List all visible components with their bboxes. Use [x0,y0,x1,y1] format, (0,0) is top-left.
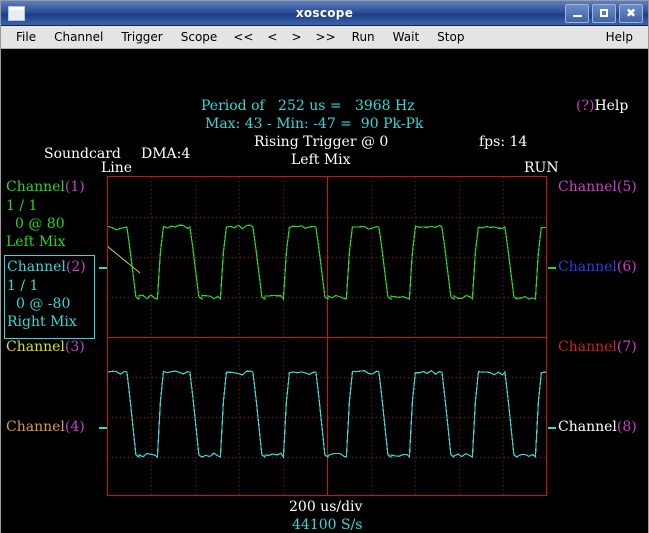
help-question-icon: (?) [576,98,594,114]
channel-6-title[interactable]: Channel(6) [558,260,637,274]
close-button[interactable]: ✖ [619,4,643,23]
device-label: Soundcard [44,147,121,161]
channel-8-name: Channel [558,419,617,435]
xoscope-window: xoscope ✖ File Channel Trigger Scope << … [0,0,649,533]
menu-item-rewind-fast[interactable]: << [226,28,260,46]
maximize-icon [600,9,608,17]
channel-2-number: (2) [66,259,86,275]
channel-5-number: (5) [617,179,637,195]
scope-display[interactable]: Period of 252 us = 3968 Hz Max: 43 - Min… [1,49,648,533]
maximize-button[interactable] [592,4,616,23]
title-bar: xoscope ✖ [1,1,648,26]
plot-area[interactable] [107,176,547,496]
dma-label: DMA:4 [141,147,190,161]
channel-1-source: Left Mix [6,235,66,249]
channel-2-title[interactable]: Channel(2) [7,260,86,274]
minimize-button[interactable] [565,4,589,23]
menu-item-trigger[interactable]: Trigger [112,28,171,46]
channel-1-offset: 0 @ 80 [15,217,65,231]
timebase-label: 200 us/div [289,500,362,514]
channel-4-number: (4) [65,419,85,435]
channel-8-number: (8) [617,419,637,435]
channel-7-name: Channel [558,339,617,355]
channel-1-number: (1) [65,179,85,195]
menu-item-help[interactable]: Help [597,28,642,46]
menu-item-rewind[interactable]: < [260,28,284,46]
fps-readout: fps: 14 [479,135,527,149]
channel-8-position-tick-right[interactable] [548,427,556,429]
menu-item-forward-fast[interactable]: >> [309,28,343,46]
run-state: RUN [524,161,559,175]
window-controls: ✖ [565,4,648,23]
channel-2-offset: 0 @ -80 [16,297,70,311]
help-link[interactable]: (?)Help [576,99,628,113]
channel-4-position-tick-left[interactable] [99,427,107,429]
channel-1-name: Channel [6,179,65,195]
samplerate-label: 44100 S/s [292,518,362,532]
menu-item-stop[interactable]: Stop [428,28,473,46]
period-readout: Period of 252 us = 3968 Hz [201,99,415,113]
menu-item-wait[interactable]: Wait [384,28,429,46]
channel-6-name: Channel [558,259,617,275]
channel-7-number: (7) [617,339,637,355]
channel-3-number: (3) [65,339,85,355]
menu-item-forward[interactable]: > [284,28,308,46]
channel-2-scale: 1 / 1 [7,279,38,293]
channel-3-title[interactable]: Channel(3) [6,340,85,354]
channel-7-title[interactable]: Channel(7) [558,340,637,354]
close-icon: ✖ [626,7,636,19]
channel-8-title[interactable]: Channel(8) [558,420,637,434]
channel-1-scale: 1 / 1 [6,199,37,213]
channel-4-title[interactable]: Channel(4) [6,420,85,434]
source-readout: Left Mix [291,153,351,167]
channel-4-name: Channel [6,419,65,435]
channel-5-title[interactable]: Channel(5) [558,180,637,194]
menu-item-channel[interactable]: Channel [45,28,112,46]
channel-1-title[interactable]: Channel(1) [6,180,85,194]
trigger-readout: Rising Trigger @ 0 [254,135,388,149]
minmax-readout: Max: 43 - Min: -47 = 90 Pk-Pk [205,117,423,131]
input-label: Line [101,161,132,175]
help-label: Help [594,98,628,114]
channel-2-name: Channel [7,259,66,275]
window-icon [8,6,25,21]
trigger-marker-line [108,177,546,495]
minimize-icon [573,15,582,17]
menu-item-run[interactable]: Run [343,28,384,46]
channel-2-position-tick-left[interactable] [99,267,107,269]
channel-6-number: (6) [617,259,637,275]
channel-5-name: Channel [558,179,617,195]
menu-bar: File Channel Trigger Scope << < > >> Run… [1,26,648,49]
window-title: xoscope [1,6,648,20]
channel-2-source: Right Mix [7,315,77,329]
menu-item-file[interactable]: File [7,28,45,46]
channel-6-position-tick-right[interactable] [548,267,556,269]
menu-item-scope[interactable]: Scope [172,28,227,46]
channel-3-name: Channel [6,339,65,355]
